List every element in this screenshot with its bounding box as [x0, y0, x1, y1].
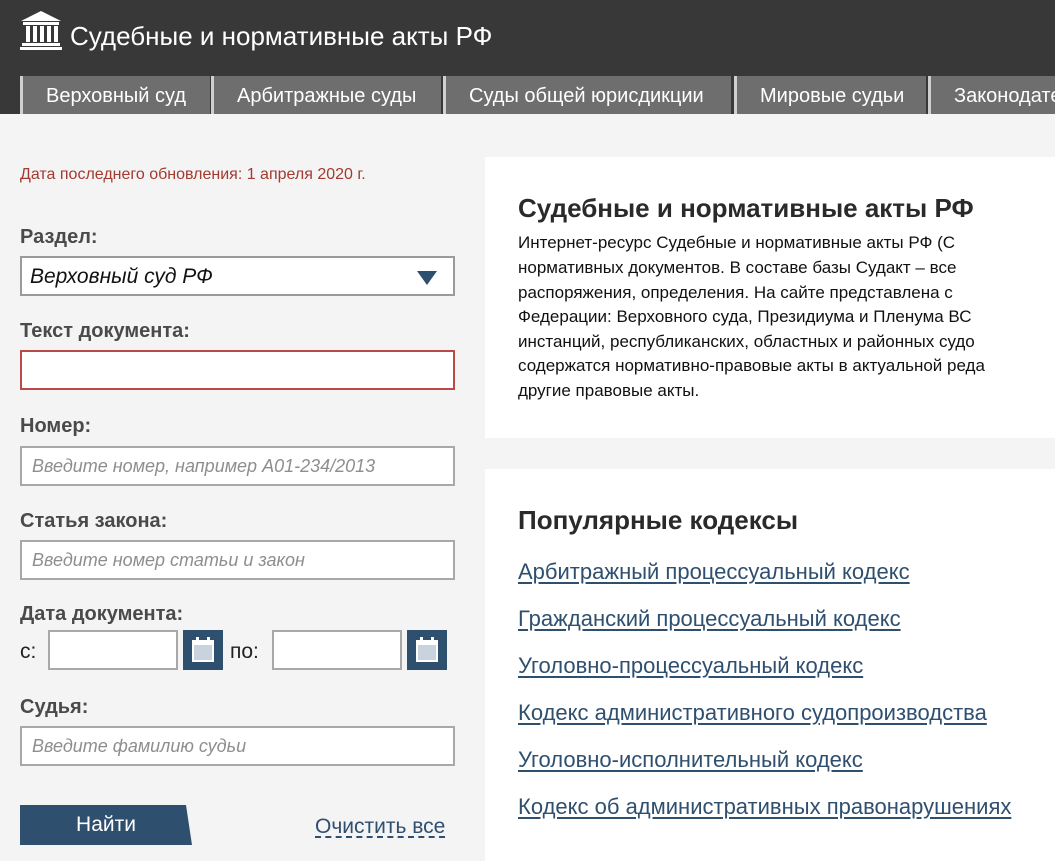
- article-label: Статья закона:: [20, 510, 168, 532]
- document-text-input[interactable]: [20, 350, 455, 390]
- number-input[interactable]: [20, 446, 455, 486]
- clear-all-link[interactable]: Очистить все: [315, 815, 445, 839]
- calendar-icon: [416, 637, 438, 662]
- code-link-arbitration-procedure[interactable]: Арбитражный процессуальный кодекс: [518, 559, 910, 585]
- date-from-calendar-button[interactable]: [183, 630, 223, 670]
- intro-text-line: Интернет-ресурс Судебные и нормативные а…: [518, 233, 956, 252]
- intro-text-line: Федерации: Верховного суда, Президиума и…: [518, 307, 972, 326]
- intro-text-line: содержатся нормативно-правовые акты в ак…: [518, 356, 985, 375]
- date-from-label: с:: [20, 640, 37, 663]
- tab-arbitration-courts[interactable]: Арбитражные суды: [211, 76, 447, 114]
- tab-supreme-court[interactable]: Верховный суд: [20, 76, 216, 114]
- courthouse-icon[interactable]: [20, 10, 62, 50]
- code-link-criminal-procedure[interactable]: Уголовно-процессуальный кодекс: [518, 653, 863, 679]
- code-link-penal-enforcement[interactable]: Уголовно-исполнительный кодекс: [518, 747, 863, 773]
- intro-text-line: распоряжения, определения. На сайте пред…: [518, 283, 953, 302]
- site-header: Судебные и нормативные акты РФ: [0, 0, 1055, 76]
- date-label: Дата документа:: [20, 603, 184, 625]
- date-to-input[interactable]: [272, 630, 402, 670]
- judge-input[interactable]: [20, 726, 455, 766]
- popular-codes-panel: Популярные кодексы Арбитражный процессуа…: [485, 469, 1055, 861]
- intro-title: Судебные и нормативные акты РФ: [518, 193, 974, 223]
- find-button[interactable]: Найти: [20, 805, 192, 845]
- site-title[interactable]: Судебные и нормативные акты РФ: [70, 20, 492, 52]
- intro-text-line: другие правовые акты.: [518, 381, 700, 400]
- date-to-label: по:: [230, 640, 259, 663]
- intro-panel: Судебные и нормативные акты РФ Интернет-…: [485, 157, 1055, 438]
- section-select-value: Верховный суд РФ: [30, 265, 213, 288]
- code-link-administrative-offenses[interactable]: Кодекс об административных правонарушени…: [518, 794, 1011, 820]
- section-label: Раздел:: [20, 226, 98, 248]
- popular-codes-title: Популярные кодексы: [518, 505, 799, 535]
- code-link-administrative-court-procedure[interactable]: Кодекс административного судопроизводств…: [518, 700, 987, 726]
- date-from-input[interactable]: [48, 630, 178, 670]
- number-label: Номер:: [20, 415, 92, 437]
- article-input[interactable]: [20, 540, 455, 580]
- tab-magistrates[interactable]: Мировые судьи: [734, 76, 932, 114]
- document-text-label: Текст документа:: [20, 320, 190, 342]
- main-nav: Верховный суд Арбитражные суды Суды обще…: [0, 76, 1055, 114]
- judge-label: Судья:: [20, 696, 89, 718]
- last-updated-text: Дата последнего обновления: 1 апреля 202…: [20, 166, 366, 183]
- section-select[interactable]: Верховный суд РФ: [20, 256, 455, 296]
- chevron-down-icon: [417, 271, 437, 285]
- intro-text-line: инстанций, республиканских, областных и …: [518, 332, 975, 351]
- code-link-civil-procedure[interactable]: Гражданский процессуальный кодекс: [518, 606, 901, 632]
- calendar-icon: [192, 637, 214, 662]
- intro-text-line: нормативных документов. В составе базы С…: [518, 258, 957, 277]
- date-to-calendar-button[interactable]: [407, 630, 447, 670]
- tab-general-courts[interactable]: Суды общей юрисдикции: [443, 76, 737, 114]
- tab-legislation[interactable]: Законодательство: [928, 76, 1055, 114]
